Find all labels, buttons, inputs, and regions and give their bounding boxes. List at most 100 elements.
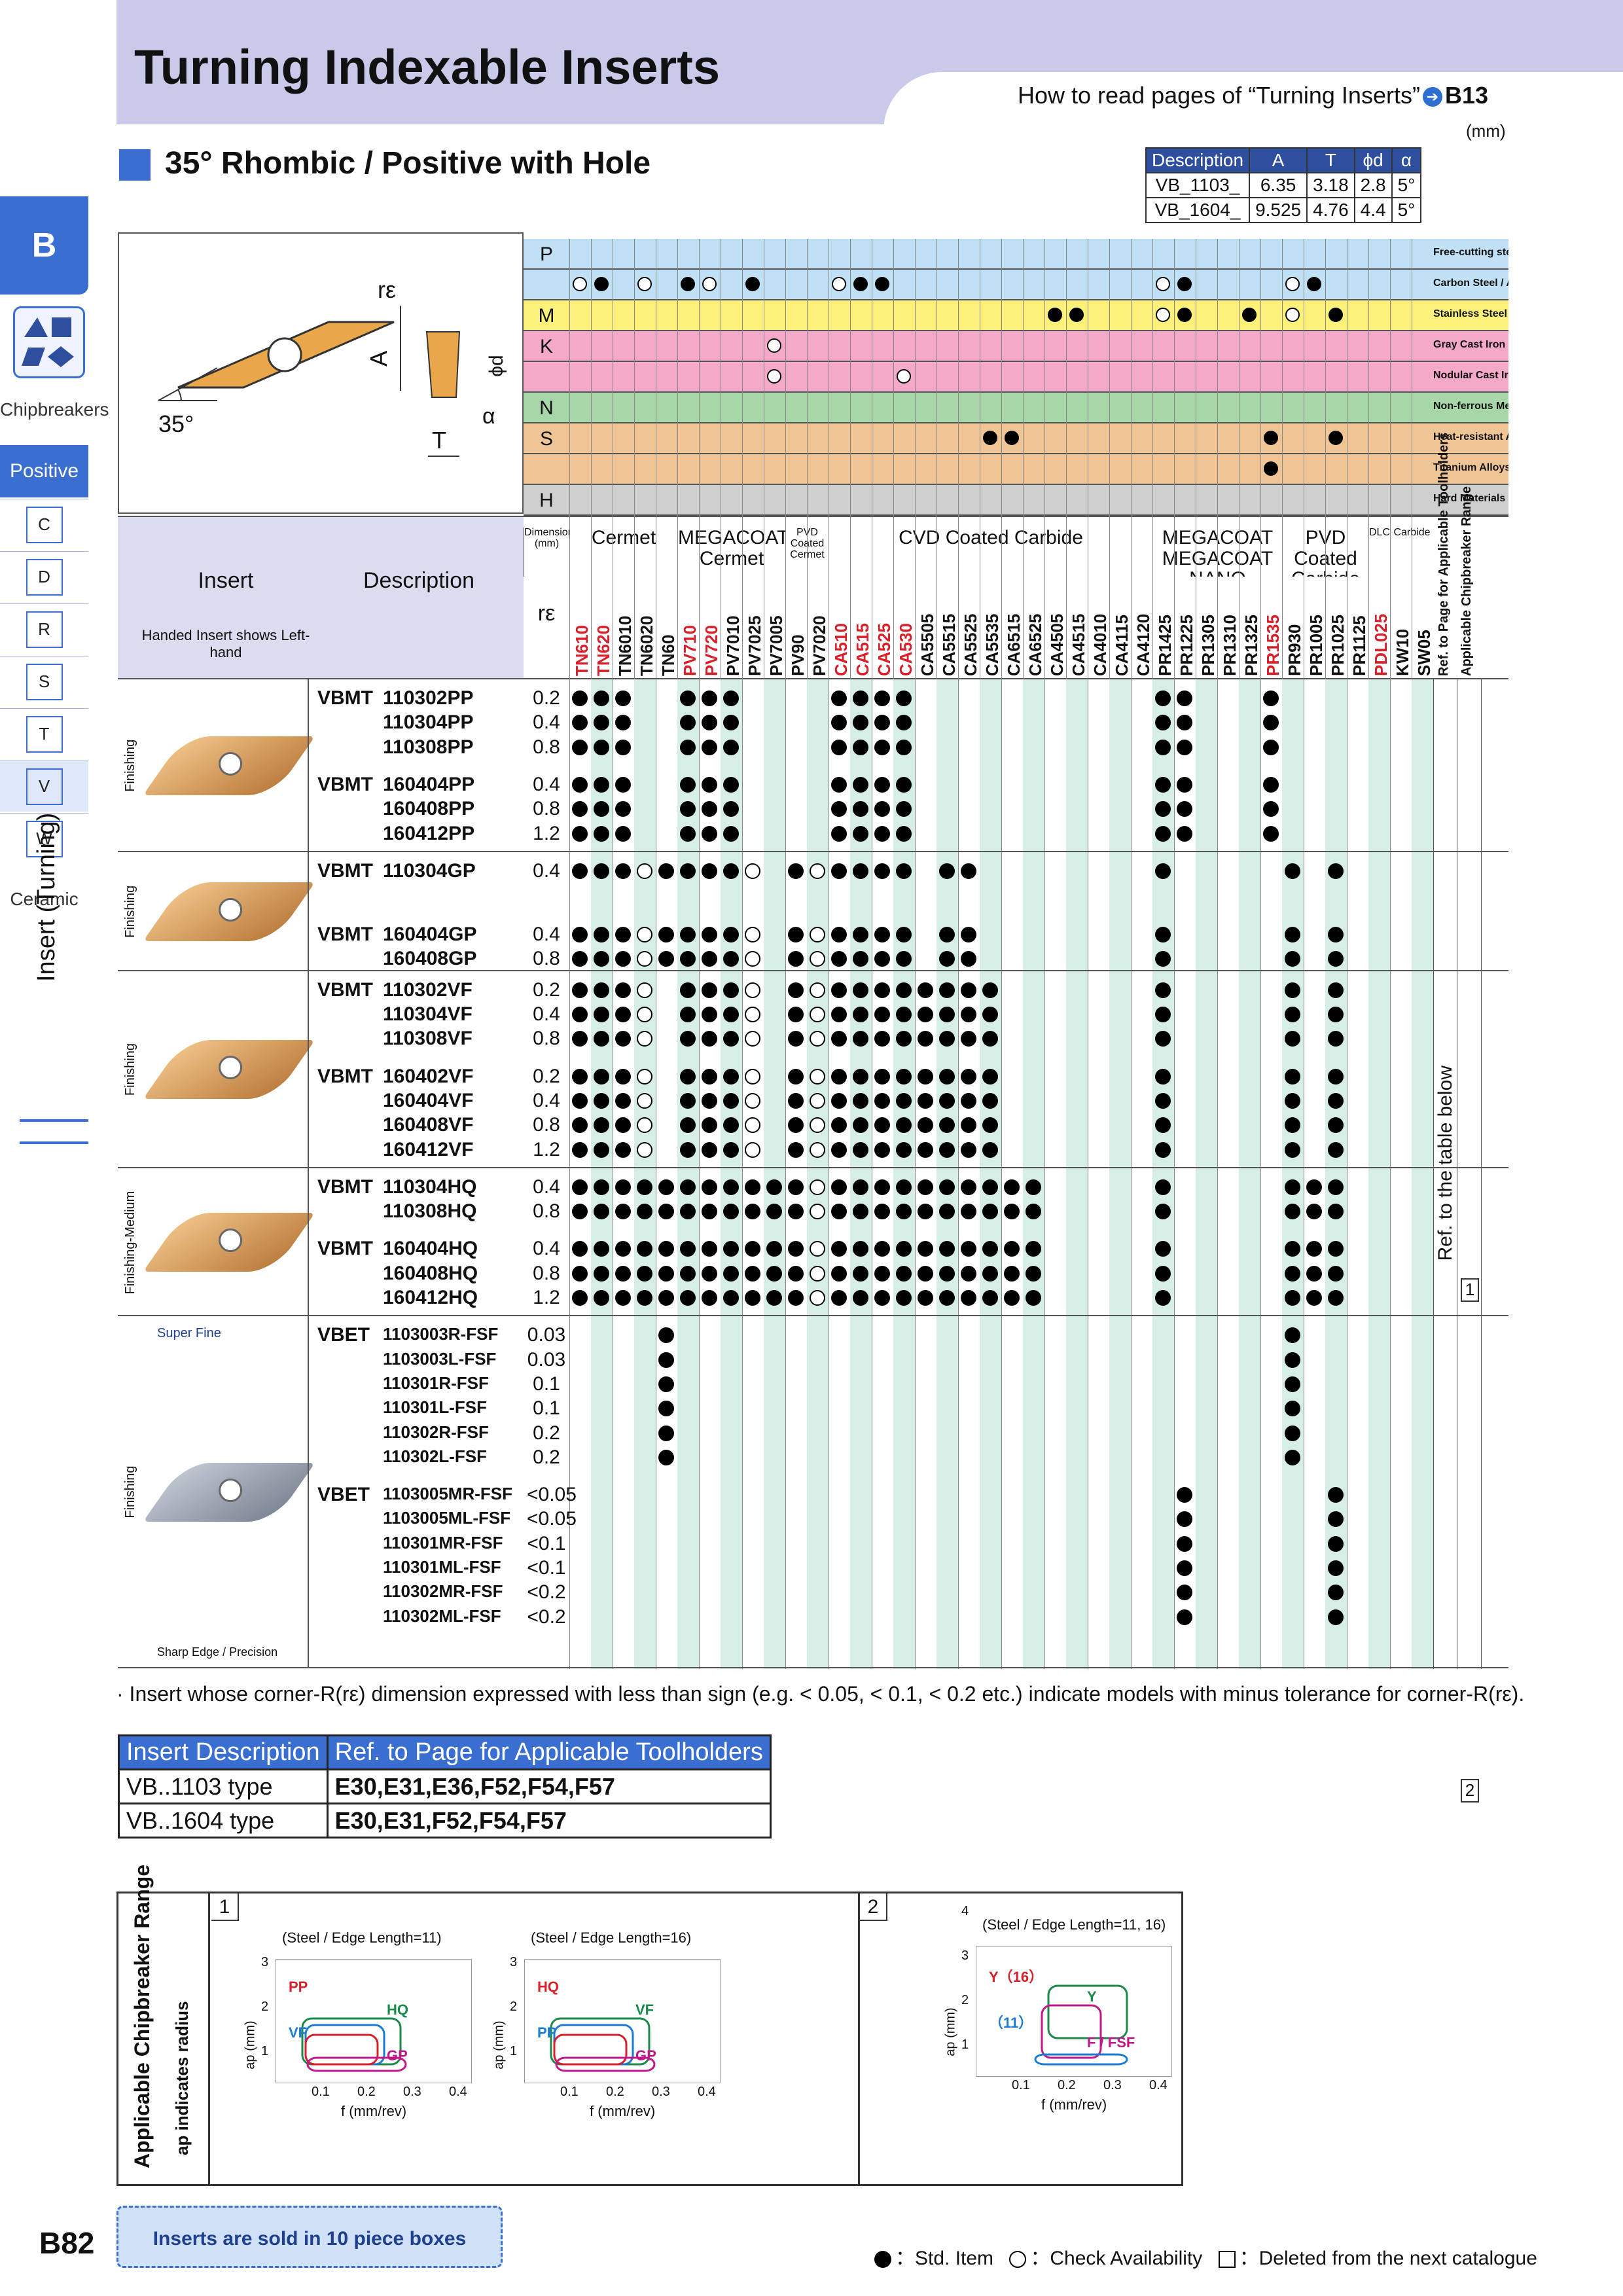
legend-check: ：Check Availability	[1030, 2248, 1203, 2269]
grade-mark	[918, 1204, 933, 1220]
row-code[interactable]: 110301R-FSF	[383, 1373, 489, 1393]
grade-mark	[615, 825, 631, 842]
grade-mark	[680, 1068, 696, 1085]
grade-mark	[594, 1068, 609, 1085]
row-code[interactable]: 110308HQ	[383, 1200, 476, 1223]
row-code[interactable]: 160412VF	[383, 1139, 473, 1161]
grade-mark	[961, 1007, 976, 1022]
grade-mark	[1155, 1068, 1171, 1085]
row-code[interactable]: 110301MR-FSF	[383, 1533, 503, 1553]
row-code[interactable]: 110302R-FSF	[383, 1422, 489, 1443]
grade-mark	[896, 927, 912, 943]
row-code[interactable]: 110301ML-FSF	[383, 1557, 501, 1577]
row-code[interactable]: 1103005MR-FSF	[383, 1484, 512, 1504]
grade-mark	[1306, 1204, 1322, 1220]
y-tick: 3	[510, 1955, 518, 1969]
row-code[interactable]: 1103003R-FSF	[383, 1324, 498, 1344]
row-code[interactable]: 110304GP	[383, 860, 476, 882]
chart-series-label: HQ	[537, 1979, 559, 1995]
grade-mark	[658, 927, 674, 943]
legend-deleted: ：Deleted from the next catalogue	[1239, 2248, 1537, 2269]
row-code[interactable]: 110304HQ	[383, 1176, 476, 1198]
row-code[interactable]: 160404VF	[383, 1090, 473, 1112]
chip-column	[1457, 679, 1482, 1669]
row-code[interactable]: 160408VF	[383, 1114, 473, 1136]
th-row-pages[interactable]: E30,E31,F52,F54,F57	[326, 1803, 772, 1839]
grade-mark	[680, 739, 696, 755]
row-re: <0.1	[527, 1532, 566, 1554]
grade-mark	[1155, 927, 1171, 943]
sidebar-shape-t[interactable]: T	[0, 708, 88, 759]
shape-d-icon: D	[26, 558, 63, 596]
grade-column	[1131, 239, 1152, 1669]
row-code[interactable]: 110301L-FSF	[383, 1397, 487, 1418]
grade-mark	[788, 1179, 804, 1195]
th-row-pages[interactable]: E30,E31,E36,F52,F54,F57	[326, 1768, 772, 1804]
grade-mark	[1328, 1179, 1344, 1195]
row-code[interactable]: 110304VF	[383, 1003, 473, 1026]
row-code[interactable]: 160408PP	[383, 798, 474, 820]
sidebar-shape-r[interactable]: R	[0, 603, 88, 655]
grade-mark	[831, 1068, 847, 1085]
grade-mark	[1177, 825, 1192, 842]
ref-1[interactable]: 1	[1461, 1278, 1479, 1302]
sidebar-shape-c[interactable]: C	[0, 499, 88, 550]
row-code[interactable]: 110308VF	[383, 1028, 473, 1050]
grade-mark	[572, 1265, 588, 1282]
grade-mark	[572, 1068, 588, 1085]
row-re: 1.2	[533, 1138, 560, 1160]
row-code[interactable]: 160412HQ	[383, 1287, 478, 1309]
row-code[interactable]: 160408GP	[383, 948, 476, 970]
section-tab-b[interactable]: B	[0, 196, 88, 295]
row-code[interactable]: 110302MR-FSF	[383, 1581, 503, 1602]
row-code[interactable]: 110302ML-FSF	[383, 1606, 501, 1626]
toolholder-table: Insert Description Ref. to Page for Appli…	[118, 1734, 772, 1839]
grade-mark	[1263, 739, 1279, 755]
grade-mark	[658, 1204, 674, 1220]
section-label: Finishing	[123, 1466, 137, 1519]
row-code[interactable]: 1103003L-FSF	[383, 1349, 496, 1369]
shape-s-icon: S	[26, 663, 63, 700]
ref-2[interactable]: 2	[1461, 1779, 1479, 1803]
sidebar-shape-v[interactable]: V	[0, 761, 88, 812]
row-code[interactable]: 160404GP	[383, 924, 476, 946]
x-tick: 0.1	[1012, 2078, 1030, 2092]
grade-mark	[853, 825, 868, 842]
sidebar-shape-d[interactable]: D	[0, 551, 88, 602]
row-code[interactable]: 110308PP	[383, 736, 473, 759]
dim-cell: 5°	[1391, 172, 1422, 198]
sidebar-shape-s[interactable]: S	[0, 656, 88, 707]
grade-mark	[896, 1117, 912, 1134]
panel-1-tag: 1	[211, 1893, 239, 1921]
sidebar-positive[interactable]: Positive	[0, 445, 88, 497]
grade-column-shade	[764, 679, 785, 1669]
chart-series-label: Y	[1087, 1988, 1097, 2005]
row-code[interactable]: 160404HQ	[383, 1238, 478, 1260]
row-code[interactable]: 110302PP	[383, 687, 473, 709]
grade-mark	[745, 863, 760, 879]
row-code[interactable]: 110304PP	[383, 711, 473, 734]
howto-link[interactable]: How to read pages of “Turning Inserts” ➔ B…	[1018, 82, 1488, 109]
material-label: Non-ferrous Metals	[1433, 401, 1508, 412]
grade-mark	[874, 863, 890, 879]
chart-series-label: VF	[289, 2024, 308, 2041]
x-tick: 0.2	[357, 2085, 376, 2099]
grade-mark	[572, 739, 588, 755]
row-code[interactable]: 160412PP	[383, 823, 474, 845]
row-code[interactable]: 160404PP	[383, 774, 474, 796]
grade-mark	[615, 1007, 631, 1022]
row-code[interactable]: 160408HQ	[383, 1263, 478, 1285]
subheading: 35° Rhombic / Positive with Hole	[119, 145, 651, 181]
grade-mark	[680, 1290, 696, 1306]
sidebar-chipbreakers[interactable]: Chipbreakers	[0, 399, 109, 420]
row-re: <0.1	[527, 1557, 566, 1579]
grade-mark	[896, 691, 912, 706]
grade-mark	[1328, 1560, 1344, 1576]
row-code[interactable]: 110302VF	[383, 979, 473, 1001]
grade-mark	[831, 691, 847, 706]
row-code[interactable]: 1103005ML-FSF	[383, 1508, 510, 1528]
row-code[interactable]: 160402VF	[383, 1066, 473, 1088]
row-code[interactable]: 110302L-FSF	[383, 1446, 487, 1467]
grade-mark	[723, 863, 739, 879]
grade-mark	[853, 1290, 868, 1306]
